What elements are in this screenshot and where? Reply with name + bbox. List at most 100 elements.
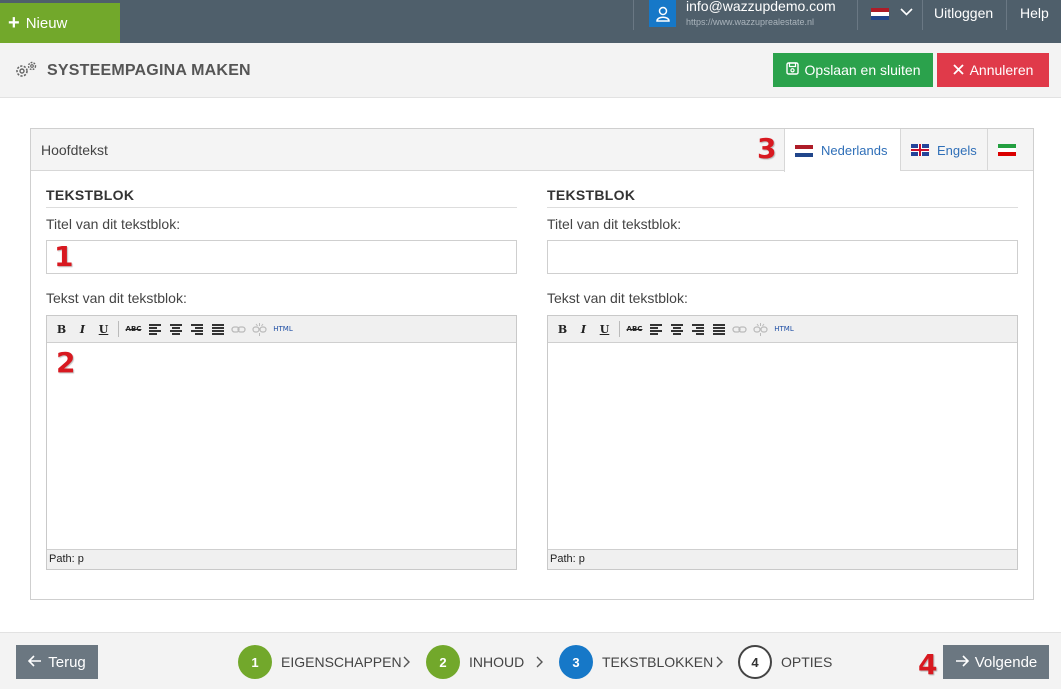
save-and-close-label: Opslaan en sluiten [804, 62, 921, 78]
wizard-step-3[interactable]: 3 TEKSTBLOKKEN [559, 645, 713, 679]
chevron-right-icon [536, 655, 544, 671]
save-and-close-button[interactable]: Opslaan en sluiten [773, 53, 933, 87]
save-icon [785, 62, 799, 78]
wizard-step-1[interactable]: 1 EIGENSCHAPPEN [238, 645, 402, 679]
step-label: TEKSTBLOKKEN [602, 654, 714, 670]
underline-button[interactable]: U [95, 321, 112, 338]
title-bar: SYSTEEMPAGINA MAKEN Opslaan en sluiten A… [0, 43, 1061, 98]
bold-button[interactable]: B [554, 321, 571, 338]
italic-button[interactable]: I [74, 321, 91, 338]
bold-button[interactable]: B [53, 321, 70, 338]
editor-toolbar: B I U ABC HTML [548, 316, 1017, 343]
step-label: INHOUD [469, 654, 525, 670]
new-button[interactable]: + Nieuw [0, 3, 120, 43]
divider [922, 0, 923, 30]
rich-text-editor: B I U ABC HTML Path: p [547, 315, 1018, 570]
italic-button[interactable]: I [575, 321, 592, 338]
annotation-marker-3: 3 [757, 132, 777, 165]
flag-nl-icon [795, 144, 813, 157]
wizard-step-4[interactable]: 4 OPTIES [738, 645, 832, 679]
annotation-marker-2: 2 [56, 346, 76, 379]
align-left-icon[interactable] [647, 321, 664, 338]
editor-toolbar: B I U ABC HTML [47, 316, 516, 343]
step-label: EIGENSCHAPPEN [281, 654, 402, 670]
step-label: OPTIES [781, 654, 833, 670]
step-number: 3 [559, 645, 593, 679]
title-field-label: Titel van dit tekstblok: [547, 216, 682, 232]
step-number: 2 [426, 645, 460, 679]
language-flag-icon[interactable] [871, 8, 889, 20]
user-site: https://www.wazzuprealestate.nl [686, 17, 815, 27]
text-field-label: Tekst van dit tekstblok: [46, 290, 187, 306]
text-field-label: Tekst van dit tekstblok: [547, 290, 688, 306]
tab-label: Engels [937, 142, 977, 158]
underline-button[interactable]: U [596, 321, 613, 338]
title-input[interactable] [547, 240, 1018, 274]
align-justify-icon[interactable] [209, 321, 226, 338]
main-text-panel: Hoofdtekst Nederlands Engels 3 TEKSTBLOK… [30, 128, 1034, 600]
unlink-icon[interactable] [752, 321, 769, 338]
align-center-icon[interactable] [668, 321, 685, 338]
panel-header: Hoofdtekst Nederlands Engels [31, 129, 1033, 172]
divider [857, 0, 858, 30]
strikethrough-button[interactable]: ABC [626, 321, 643, 338]
arrow-right-icon [955, 654, 969, 671]
strikethrough-button[interactable]: ABC [125, 321, 142, 338]
tab-label: Nederlands [821, 143, 888, 158]
align-right-icon[interactable] [188, 321, 205, 338]
html-source-button[interactable]: HTML [773, 321, 795, 338]
panel-title: Hoofdtekst [41, 142, 108, 158]
flag-ir-icon [998, 144, 1016, 156]
tab-persian[interactable] [987, 129, 1033, 171]
tab-engels[interactable]: Engels [900, 129, 987, 171]
editor-path-bar: Path: p [47, 549, 516, 569]
link-icon[interactable] [731, 321, 748, 338]
chevron-right-icon [716, 655, 724, 671]
top-bar: + Nieuw info@wazzupdemo.com https://www.… [0, 0, 1061, 43]
back-button[interactable]: Terug [16, 645, 98, 679]
new-button-label: Nieuw [25, 14, 68, 32]
text-block-heading: TEKSTBLOK [46, 187, 517, 208]
align-left-icon[interactable] [146, 321, 163, 338]
title-input[interactable] [46, 240, 517, 274]
divider [633, 0, 634, 30]
annotation-marker-4: 4 [918, 648, 938, 681]
flag-uk-icon [911, 144, 929, 156]
align-center-icon[interactable] [167, 321, 184, 338]
text-block-heading: TEKSTBLOK [547, 187, 1018, 208]
next-button-label: Volgende [974, 653, 1038, 671]
chevron-down-icon[interactable] [900, 5, 913, 20]
annotation-marker-1: 1 [54, 240, 74, 273]
user-icon[interactable] [649, 0, 676, 27]
align-justify-icon[interactable] [710, 321, 727, 338]
tab-nederlands[interactable]: Nederlands [784, 129, 900, 172]
wizard-step-2[interactable]: 2 INHOUD [426, 645, 524, 679]
editor-content-area[interactable] [548, 344, 1017, 549]
step-number: 4 [738, 645, 772, 679]
back-button-label: Terug [48, 653, 86, 671]
toolbar-divider [619, 321, 620, 337]
next-button[interactable]: Volgende [943, 645, 1049, 679]
link-icon[interactable] [230, 321, 247, 338]
plus-icon: + [8, 12, 20, 34]
cancel-button[interactable]: Annuleren [937, 53, 1049, 87]
rich-text-editor: B I U ABC HTML Path: p [46, 315, 517, 570]
page-title: SYSTEEMPAGINA MAKEN [47, 62, 251, 79]
align-right-icon[interactable] [689, 321, 706, 338]
editor-content-area[interactable] [47, 344, 516, 549]
user-email: info@wazzupdemo.com [686, 0, 836, 14]
close-icon [952, 62, 964, 78]
arrow-left-icon [28, 654, 42, 671]
help-link[interactable]: Help [1020, 5, 1049, 21]
wizard-footer: Terug 1 EIGENSCHAPPEN 2 INHOUD 3 TEKSTBL… [0, 632, 1061, 689]
gears-icon [14, 60, 38, 85]
chevron-right-icon [403, 655, 411, 671]
logout-link[interactable]: Uitloggen [934, 5, 993, 21]
unlink-icon[interactable] [251, 321, 268, 338]
step-number: 1 [238, 645, 272, 679]
cancel-label: Annuleren [969, 62, 1034, 78]
editor-path-bar: Path: p [548, 549, 1017, 569]
toolbar-divider [118, 321, 119, 337]
title-field-label: Titel van dit tekstblok: [46, 216, 181, 232]
html-source-button[interactable]: HTML [272, 321, 294, 338]
